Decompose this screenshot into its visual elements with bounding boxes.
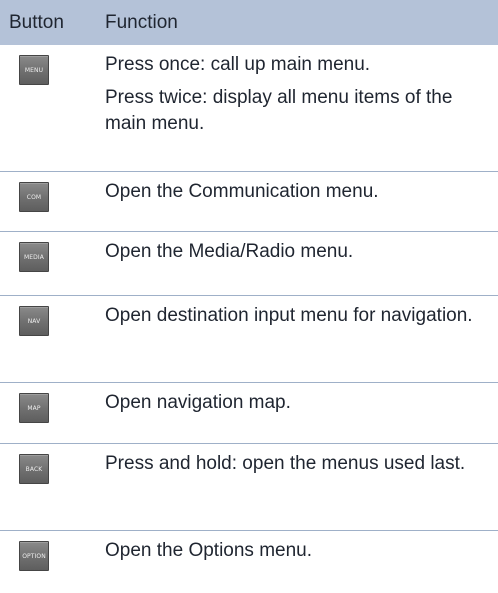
- header-function-label: Function: [105, 11, 178, 33]
- function-cell: Open the Options menu.: [105, 531, 498, 593]
- button-cell: BACK: [0, 444, 105, 530]
- table-row-menu: MENU Press once: call up main menu. Pres…: [0, 45, 498, 172]
- map-key-icon: MAP: [19, 393, 49, 423]
- table-header: Button Function: [0, 0, 498, 45]
- function-cell: Press once: call up main menu. Press twi…: [105, 45, 498, 171]
- button-cell: MEDIA: [0, 232, 105, 295]
- button-cell: OPTION: [0, 531, 105, 593]
- function-text: Open the Media/Radio menu.: [105, 241, 354, 262]
- button-cell: MENU: [0, 45, 105, 171]
- table-row-back: BACK Press and hold: open the menus used…: [0, 444, 498, 531]
- back-key-icon: BACK: [19, 454, 49, 484]
- nav-key-icon: NAV: [19, 306, 49, 336]
- table-row-com: COM Open the Communication menu.: [0, 172, 498, 232]
- com-key-icon: COM: [19, 182, 49, 212]
- table-row-option: OPTION Open the Options menu.: [0, 531, 498, 593]
- function-cell: Open the Communication menu.: [105, 172, 498, 231]
- function-text: Press and hold: open the menus used last…: [105, 453, 466, 474]
- button-cell: COM: [0, 172, 105, 231]
- button-cell: MAP: [0, 383, 105, 443]
- function-text: Open the Communication menu.: [105, 181, 379, 202]
- function-cell: Open navigation map.: [105, 383, 498, 443]
- function-text: Open navigation map.: [105, 392, 291, 413]
- header-button-label: Button: [9, 11, 64, 33]
- function-cell: Open the Media/Radio menu.: [105, 232, 498, 295]
- menu-key-icon: MENU: [19, 55, 49, 85]
- function-text: Open the Options menu.: [105, 540, 313, 561]
- table-row-media: MEDIA Open the Media/Radio menu.: [0, 232, 498, 296]
- function-text: Press once: call up main menu.: [105, 54, 371, 75]
- button-function-table: Button Function MENU Press once: call up…: [0, 0, 498, 593]
- table-row-map: MAP Open navigation map.: [0, 383, 498, 444]
- option-key-icon: OPTION: [19, 541, 49, 571]
- function-text: Open destination input menu for navigati…: [105, 305, 473, 326]
- function-cell: Press and hold: open the menus used last…: [105, 444, 498, 530]
- media-key-icon: MEDIA: [19, 242, 49, 272]
- function-cell: Open destination input menu for navigati…: [105, 296, 498, 382]
- table-row-nav: NAV Open destination input menu for navi…: [0, 296, 498, 383]
- function-text: Press twice: display all menu items of t…: [105, 87, 453, 134]
- button-cell: NAV: [0, 296, 105, 382]
